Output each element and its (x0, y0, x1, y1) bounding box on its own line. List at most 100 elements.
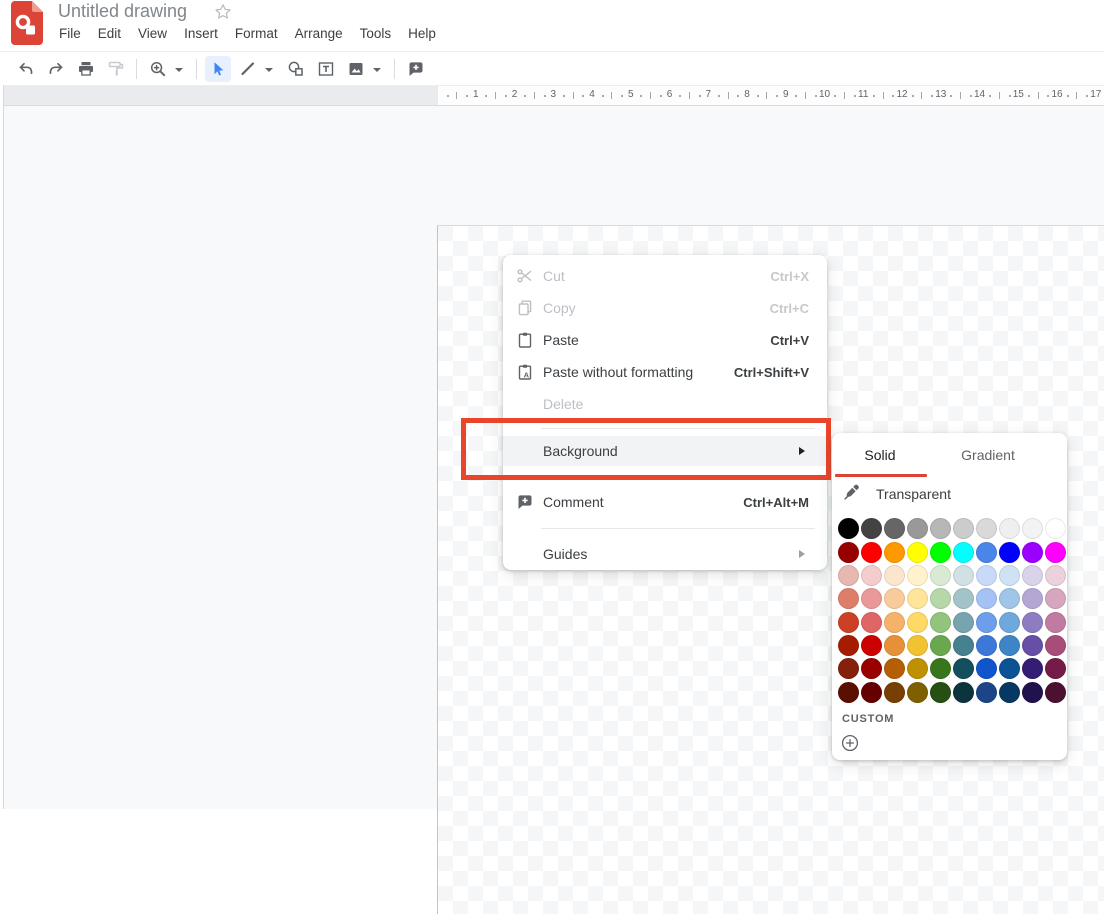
color-swatch[interactable] (930, 681, 951, 703)
color-swatch[interactable] (999, 658, 1020, 680)
color-swatch[interactable] (976, 681, 997, 703)
color-swatch[interactable] (1045, 564, 1066, 586)
color-swatch[interactable] (884, 611, 905, 633)
color-swatch[interactable] (976, 611, 997, 633)
text-box-icon[interactable] (313, 56, 339, 82)
color-swatch[interactable] (1022, 611, 1043, 633)
color-swatch[interactable] (884, 564, 905, 586)
color-swatch[interactable] (861, 564, 882, 586)
color-swatch[interactable] (930, 588, 951, 610)
redo-icon[interactable] (43, 56, 69, 82)
color-swatch[interactable] (861, 658, 882, 680)
color-swatch[interactable] (953, 541, 974, 563)
transparent-option[interactable]: Transparent (832, 477, 1067, 511)
menu-item-paste-without-formatting[interactable]: A Paste without formatting Ctrl+Shift+V (503, 356, 827, 388)
image-icon[interactable] (343, 56, 369, 82)
color-swatch[interactable] (930, 658, 951, 680)
color-swatch[interactable] (884, 658, 905, 680)
paint-format-icon[interactable] (103, 56, 129, 82)
shape-icon[interactable] (283, 56, 309, 82)
color-swatch[interactable] (1022, 564, 1043, 586)
document-title[interactable]: Untitled drawing (58, 0, 187, 23)
color-swatch[interactable] (838, 518, 859, 540)
color-swatch[interactable] (838, 611, 859, 633)
zoom-dropdown-caret[interactable] (175, 67, 183, 72)
add-custom-color-icon[interactable] (841, 734, 859, 752)
color-swatch[interactable] (976, 635, 997, 657)
color-swatch[interactable] (884, 518, 905, 540)
color-swatch[interactable] (907, 588, 928, 610)
color-swatch[interactable] (907, 541, 928, 563)
menubar-item-view[interactable]: View (138, 24, 167, 44)
color-swatch[interactable] (838, 564, 859, 586)
menu-item-comment[interactable]: Comment Ctrl+Alt+M (503, 486, 827, 518)
color-swatch[interactable] (1022, 681, 1043, 703)
color-swatch[interactable] (1045, 611, 1066, 633)
image-dropdown-caret[interactable] (373, 67, 381, 72)
menu-item-background[interactable]: Background (503, 436, 827, 466)
menubar-item-file[interactable]: File (59, 24, 81, 44)
color-swatch[interactable] (999, 681, 1020, 703)
color-swatch[interactable] (953, 518, 974, 540)
line-dropdown-caret[interactable] (265, 67, 273, 72)
color-swatch[interactable] (930, 564, 951, 586)
color-swatch[interactable] (976, 658, 997, 680)
color-swatch[interactable] (907, 658, 928, 680)
print-icon[interactable] (73, 56, 99, 82)
menu-item-paste[interactable]: Paste Ctrl+V (503, 324, 827, 356)
color-swatch[interactable] (884, 635, 905, 657)
color-swatch[interactable] (861, 588, 882, 610)
color-swatch[interactable] (930, 541, 951, 563)
color-swatch[interactable] (953, 611, 974, 633)
color-swatch[interactable] (976, 588, 997, 610)
color-swatch[interactable] (1045, 681, 1066, 703)
star-icon[interactable] (214, 3, 232, 26)
color-swatch[interactable] (1045, 588, 1066, 610)
color-swatch[interactable] (999, 635, 1020, 657)
color-swatch[interactable] (884, 681, 905, 703)
color-swatch[interactable] (907, 564, 928, 586)
color-swatch[interactable] (907, 681, 928, 703)
color-swatch[interactable] (999, 611, 1020, 633)
color-swatch[interactable] (1022, 541, 1043, 563)
color-swatch[interactable] (907, 518, 928, 540)
color-swatch[interactable] (953, 635, 974, 657)
color-swatch[interactable] (1022, 635, 1043, 657)
color-swatch[interactable] (838, 681, 859, 703)
color-swatch[interactable] (884, 541, 905, 563)
menubar-item-format[interactable]: Format (235, 24, 278, 44)
color-swatch[interactable] (1045, 518, 1066, 540)
color-swatch[interactable] (861, 635, 882, 657)
select-icon[interactable] (205, 55, 231, 82)
color-swatch[interactable] (953, 658, 974, 680)
color-swatch[interactable] (999, 564, 1020, 586)
menubar-item-edit[interactable]: Edit (98, 24, 121, 44)
insert-comment-icon[interactable] (403, 56, 429, 82)
color-swatch[interactable] (1022, 588, 1043, 610)
color-swatch[interactable] (999, 541, 1020, 563)
color-swatch[interactable] (999, 588, 1020, 610)
color-swatch[interactable] (930, 635, 951, 657)
color-swatch[interactable] (884, 588, 905, 610)
color-swatch[interactable] (1045, 658, 1066, 680)
color-swatch[interactable] (838, 635, 859, 657)
line-icon[interactable] (235, 56, 261, 82)
tab-gradient[interactable]: Gradient (928, 433, 1048, 477)
color-swatch[interactable] (953, 588, 974, 610)
color-swatch[interactable] (976, 564, 997, 586)
color-swatch[interactable] (953, 564, 974, 586)
color-swatch[interactable] (861, 611, 882, 633)
color-swatch[interactable] (838, 588, 859, 610)
tab-solid[interactable]: Solid (832, 433, 928, 477)
color-swatch[interactable] (1045, 635, 1066, 657)
undo-icon[interactable] (13, 56, 39, 82)
color-swatch[interactable] (907, 635, 928, 657)
color-swatch[interactable] (838, 541, 859, 563)
zoom-icon[interactable] (145, 56, 171, 82)
color-swatch[interactable] (976, 518, 997, 540)
drawings-logo-icon[interactable] (11, 1, 43, 50)
color-swatch[interactable] (999, 518, 1020, 540)
color-swatch[interactable] (976, 541, 997, 563)
color-swatch[interactable] (907, 611, 928, 633)
color-swatch[interactable] (838, 658, 859, 680)
